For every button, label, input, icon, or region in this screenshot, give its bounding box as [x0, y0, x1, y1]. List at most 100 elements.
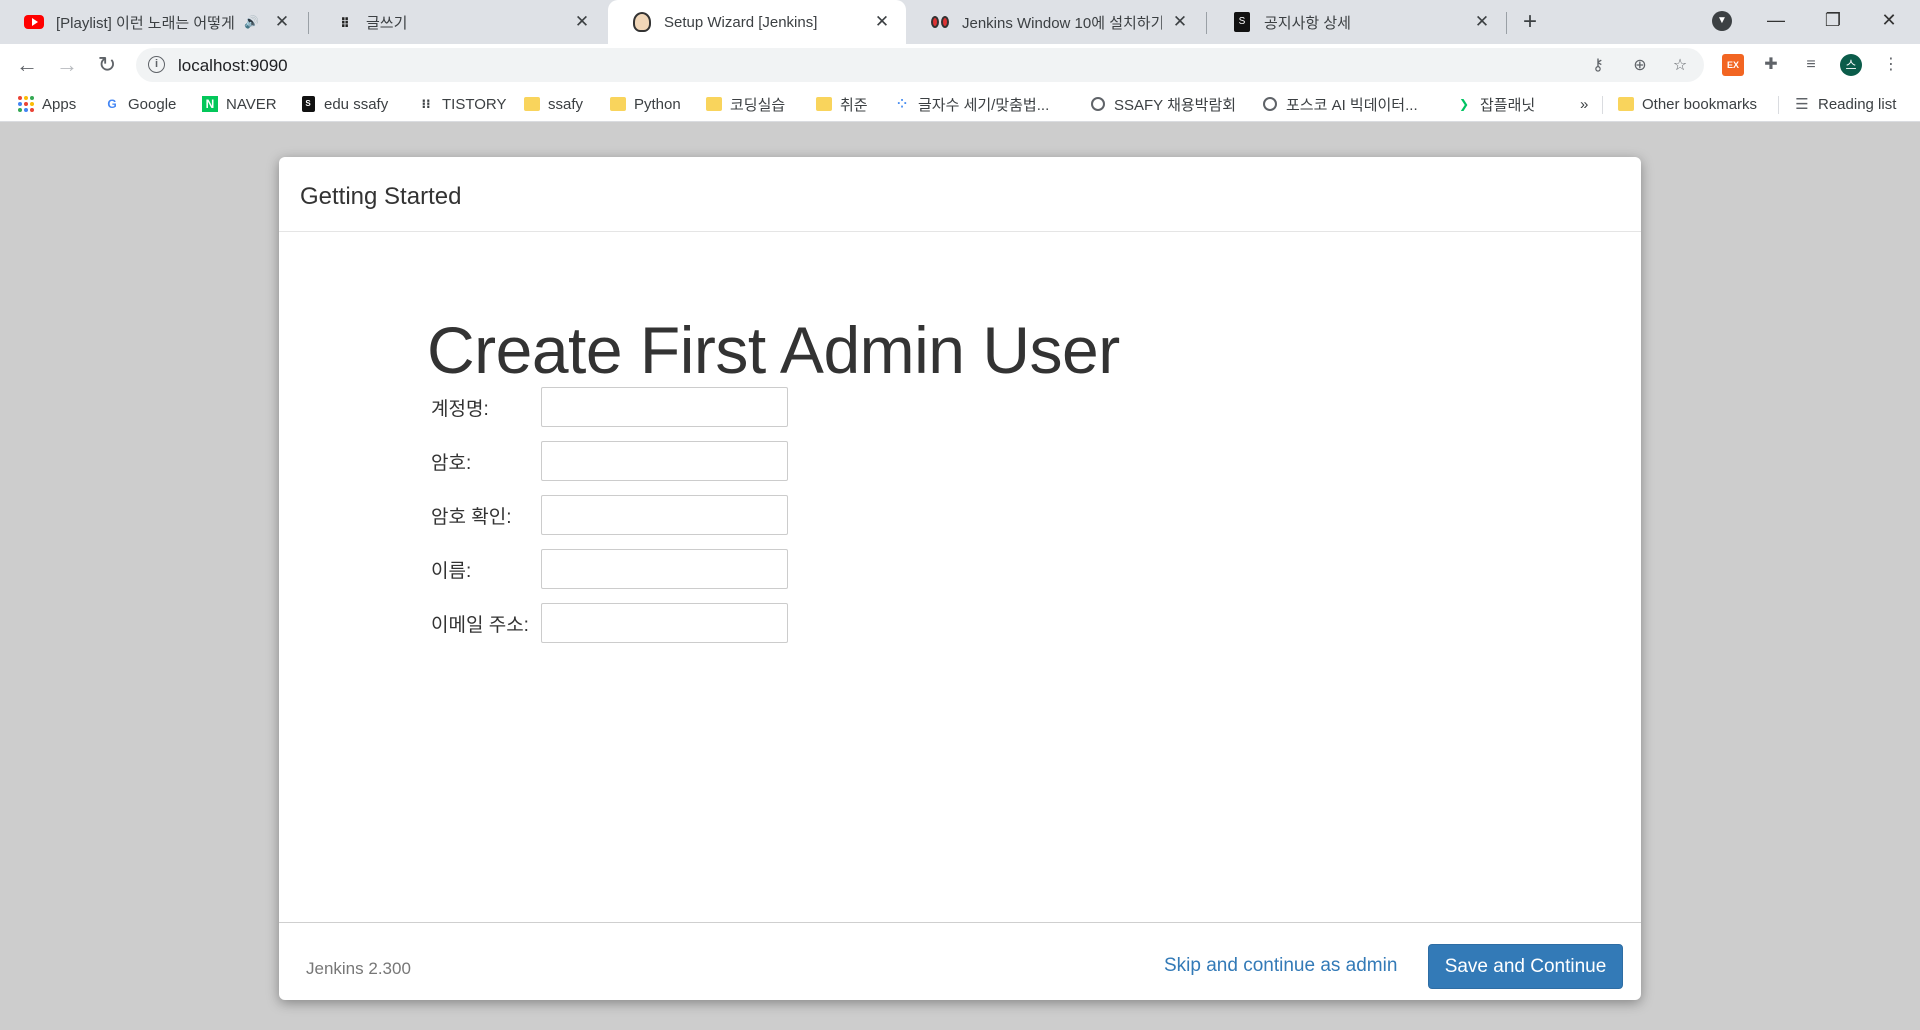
minimize-icon[interactable]: —	[1753, 0, 1799, 40]
form-row-fullname: 이름:	[431, 549, 788, 589]
tab-setup-wizard-jenkins[interactable]: Setup Wizard [Jenkins] ✕	[608, 0, 906, 44]
tab-strip: [Playlist] 이런 노래는 어떻게 🔊 ✕ ⁝⁝ 글쓰기 ✕ Setup…	[0, 0, 1920, 44]
restore-icon[interactable]: ❐	[1810, 0, 1856, 40]
dialog-footer: Jenkins 2.300 Skip and continue as admin…	[279, 922, 1641, 1000]
site-info-icon[interactable]: i	[148, 56, 165, 73]
folder-icon	[524, 96, 540, 112]
username-input[interactable]	[541, 387, 788, 427]
tab-write[interactable]: ⁝⁝ 글쓰기 ✕	[310, 0, 606, 44]
tab-youtube-playlist[interactable]: [Playlist] 이런 노래는 어떻게 🔊 ✕	[0, 0, 306, 44]
bookmark-label: edu ssafy	[324, 95, 389, 113]
bookmark-tistory[interactable]: ⁝⁝ TISTORY	[418, 94, 506, 114]
skip-continue-as-admin-link[interactable]: Skip and continue as admin	[1164, 955, 1397, 977]
tab-separator	[308, 12, 309, 34]
address-bar[interactable]: i localhost:9090 ⚷ ⊕ ☆	[136, 48, 1704, 82]
doc-icon: S	[300, 96, 316, 112]
new-tab-plus-icon[interactable]: +	[1516, 8, 1544, 36]
dots-color-icon: ⁘	[896, 97, 908, 111]
back-arrow-icon[interactable]: ←	[12, 50, 42, 80]
bookmark-label: ssafy	[548, 95, 584, 113]
speaker-icon[interactable]: 🔊	[244, 15, 264, 29]
profile-avatar[interactable]: 스	[1840, 54, 1862, 76]
dialog-header: Getting Started	[279, 157, 1641, 232]
extensions-puzzle-icon[interactable]: ✚	[1760, 54, 1782, 76]
bookmark-label: 잡플래닛	[1480, 96, 1536, 114]
close-window-icon[interactable]: ✕	[1866, 0, 1912, 40]
folder-icon	[816, 96, 832, 112]
bookmarks-overflow-chevron-icon[interactable]: »	[1580, 94, 1588, 114]
bookmark-folder-python[interactable]: Python	[610, 94, 681, 114]
close-tab-icon[interactable]: ✕	[1170, 12, 1190, 32]
key-icon[interactable]: ⚷	[1588, 56, 1608, 76]
bookmark-label: 글자수 세기/맞춤법...	[918, 96, 1050, 114]
forward-arrow-icon[interactable]: →	[52, 50, 82, 80]
tab-title: Jenkins Window 10에 설치하기	[962, 14, 1162, 32]
folder-icon	[1618, 96, 1634, 112]
zoom-icon[interactable]: ⊕	[1630, 56, 1650, 76]
password-label: 암호:	[431, 452, 472, 474]
eyes-icon	[930, 12, 950, 32]
form-row-password-confirm: 암호 확인:	[431, 495, 788, 535]
tab-title: 공지사항 상세	[1264, 14, 1351, 32]
extension-ex-icon[interactable]: EX	[1722, 54, 1744, 76]
bookmark-folder-coding[interactable]: 코딩실습	[706, 94, 785, 114]
google-icon: G	[107, 97, 117, 111]
bookmark-separator	[1602, 96, 1603, 114]
close-tab-icon[interactable]: ✕	[1472, 12, 1492, 32]
bookmark-label: Python	[634, 95, 681, 113]
bookmark-jobplanet[interactable]: ❯ 잡플래닛	[1456, 94, 1535, 114]
bookmark-label: 코딩실습	[730, 96, 786, 114]
reload-icon[interactable]: ↻	[92, 50, 122, 80]
save-and-continue-button[interactable]: Save and Continue	[1428, 944, 1623, 989]
dialog-body: Create First Admin User 계정명: 암호: 암호 확인: …	[279, 232, 1641, 922]
fullname-input[interactable]	[541, 549, 788, 589]
more-menu-icon[interactable]: ⋮	[1880, 54, 1902, 76]
bookmark-label: Google	[128, 95, 177, 113]
bookmark-edu-ssafy[interactable]: S edu ssafy	[300, 94, 388, 114]
fullname-label: 이름:	[431, 560, 472, 582]
bookmark-folder-job[interactable]: 취준	[816, 94, 868, 114]
bookmark-folder-ssafy[interactable]: ssafy	[524, 94, 583, 114]
jobplanet-icon: ❯	[1458, 97, 1470, 111]
dialog-title: Getting Started	[300, 183, 462, 210]
browser-toolbar: ← → ↻ i localhost:9090 ⚷ ⊕ ☆ EX ✚ ≡ 스 ⋮	[0, 44, 1920, 86]
password-input[interactable]	[541, 441, 788, 481]
setup-wizard-dialog: Getting Started Create First Admin User …	[279, 157, 1641, 1000]
reading-list-button[interactable]: ☰ Reading list	[1794, 94, 1896, 114]
tab-separator	[1206, 12, 1207, 34]
tab-title: 글쓰기	[366, 14, 408, 32]
tab-search-icon[interactable]: ▼	[1712, 11, 1732, 31]
dots-icon: ⁝⁝	[340, 13, 350, 30]
bookmark-naver[interactable]: N NAVER	[202, 94, 277, 114]
bookmarks-bar: Apps G Google N NAVER S edu ssafy ⁝⁝ TIS…	[0, 86, 1920, 122]
bookmark-label: SSAFY 채용박람회	[1114, 96, 1237, 114]
bookmark-ssafy-fair[interactable]: SSAFY 채용박람회	[1090, 94, 1236, 114]
media-control-icon[interactable]: ≡	[1800, 54, 1822, 76]
bookmark-other-bookmarks[interactable]: Other bookmarks	[1618, 94, 1757, 114]
username-label: 계정명:	[431, 398, 489, 420]
bookmark-google[interactable]: G Google	[104, 94, 176, 114]
doc-icon: S	[1232, 12, 1252, 32]
close-tab-icon[interactable]: ✕	[272, 12, 292, 32]
tab-jenkins-install[interactable]: Jenkins Window 10에 설치하기 ✕	[906, 0, 1204, 44]
bookmark-label: 취준	[840, 96, 868, 114]
password-confirm-input[interactable]	[541, 495, 788, 535]
page-title: Create First Admin User	[427, 313, 1120, 387]
bookmark-char-count[interactable]: ⁘ 글자수 세기/맞춤법...	[894, 94, 1049, 114]
tab-title: Setup Wizard [Jenkins]	[664, 13, 818, 31]
tab-notice-detail[interactable]: S 공지사항 상세 ✕	[1208, 0, 1506, 44]
close-tab-icon[interactable]: ✕	[872, 12, 892, 32]
bookmark-star-icon[interactable]: ☆	[1670, 56, 1690, 76]
bookmark-apps[interactable]: Apps	[18, 94, 76, 114]
globe-icon	[1262, 96, 1278, 112]
bookmark-posco-ai[interactable]: 포스코 AI 빅데이터...	[1262, 94, 1418, 114]
address-url[interactable]: localhost:9090	[178, 56, 288, 76]
bookmark-label: Reading list	[1818, 95, 1897, 113]
reading-list-icon: ☰	[1795, 96, 1809, 113]
dots-icon: ⁝⁝	[421, 97, 431, 111]
email-input[interactable]	[541, 603, 788, 643]
tab-title: [Playlist] 이런 노래는 어떻게	[56, 14, 235, 32]
bookmark-separator	[1778, 96, 1779, 114]
tab-separator	[1506, 12, 1507, 34]
close-tab-icon[interactable]: ✕	[572, 12, 592, 32]
